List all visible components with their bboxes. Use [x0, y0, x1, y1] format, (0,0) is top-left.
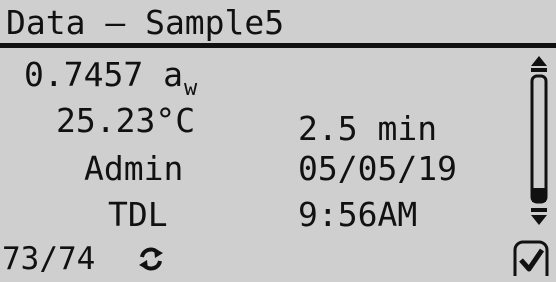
record-counter: 73/74: [2, 241, 96, 277]
screen-title: Data – Sample5: [6, 3, 285, 42]
device-screen: Data – Sample5 0.7457 aw 25.23°C 2.5 min…: [0, 0, 556, 282]
scrollbar[interactable]: [527, 52, 551, 236]
reading-time: 9:56AM: [298, 195, 418, 234]
checkmark-icon[interactable]: [511, 240, 551, 278]
scroll-track[interactable]: [530, 74, 548, 204]
duration-reading: 2.5 min: [298, 109, 438, 148]
scroll-thumb[interactable]: [532, 188, 546, 202]
water-activity-subscript: w: [183, 76, 198, 101]
title-bar: Data – Sample5: [0, 0, 556, 48]
instrument-model: TDL: [108, 195, 168, 234]
water-activity-reading: 0.7457 aw: [24, 55, 198, 102]
temperature-reading: 25.23°C: [56, 101, 196, 140]
water-activity-value: 0.7457 a: [24, 55, 183, 94]
user-name: Admin: [84, 149, 184, 188]
scroll-down-arrow-icon[interactable]: [531, 208, 547, 225]
reading-date: 05/05/19: [298, 149, 457, 188]
cycle-arrows-icon[interactable]: [136, 244, 166, 274]
scroll-up-arrow-icon[interactable]: [531, 56, 547, 72]
